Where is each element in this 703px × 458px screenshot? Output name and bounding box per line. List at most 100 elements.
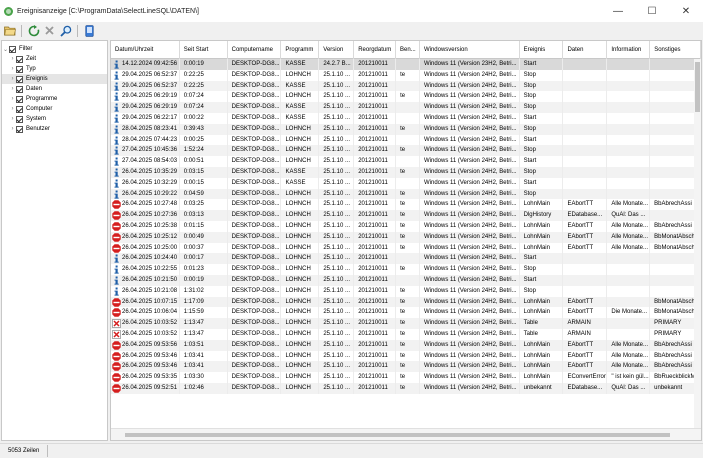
- tree-item-checkbox[interactable]: [16, 105, 23, 113]
- column-header[interactable]: Reorgdatum: [354, 41, 397, 59]
- maximize-button[interactable]: ☐: [635, 0, 669, 22]
- chevron-right-icon[interactable]: ›: [9, 116, 16, 122]
- tree-item-checkbox[interactable]: [16, 55, 23, 63]
- table-cell: 201210011: [354, 231, 397, 243]
- table-row[interactable]: 27.04.2025 08:54:03 0:00:51 DESKTOP-DG8...…: [111, 156, 701, 167]
- chevron-right-icon[interactable]: ›: [9, 86, 16, 92]
- column-header[interactable]: Version: [319, 41, 355, 59]
- tree-item-4[interactable]: › Programme: [2, 94, 107, 104]
- search-button[interactable]: [59, 24, 72, 37]
- table-row[interactable]: 27.04.2025 10:45:36 1:52:24 DESKTOP-DG8...…: [111, 145, 701, 157]
- table-row[interactable]: 29.04.2025 06:29:19 0:07:24 DESKTOP-DG8...…: [111, 102, 701, 113]
- table-cell: EAbortTT: [563, 231, 608, 243]
- table-cell: DESKTOP-DG8...: [228, 242, 282, 254]
- table-row[interactable]: 29.04.2025 06:52:37 0:22:25 DESKTOP-DG8...…: [111, 69, 701, 81]
- tree-item-checkbox[interactable]: [16, 115, 23, 123]
- column-header[interactable]: Computername: [228, 41, 282, 59]
- table-cell: te: [396, 361, 420, 373]
- tree-item-7[interactable]: › Benutzer: [2, 124, 107, 134]
- tree-item-1[interactable]: › Typ: [2, 64, 107, 74]
- refresh-button[interactable]: [27, 24, 40, 37]
- close-button[interactable]: ✕: [669, 0, 703, 22]
- minimize-button[interactable]: —: [601, 0, 635, 22]
- open-folder-button[interactable]: [3, 24, 16, 37]
- table-row[interactable]: 26.04.2025 10:06:04 1:15:59 DESKTOP-DG8...…: [111, 307, 701, 319]
- tree-item-0[interactable]: › Zeit: [2, 54, 107, 64]
- column-header[interactable]: Daten: [563, 41, 608, 59]
- table-cell: Windows 11 (Version 24H2, Betri...: [420, 339, 520, 351]
- tree-root-filter[interactable]: ⌄ Filter: [2, 44, 107, 54]
- table-row[interactable]: 26.04.2025 09:53:46 1:03:41 DESKTOP-DG8...…: [111, 361, 701, 373]
- table-row[interactable]: 26.04.2025 10:03:52 1:13:47 DESKTOP-DG8...…: [111, 328, 701, 340]
- chevron-down-icon[interactable]: ⌄: [2, 46, 9, 53]
- table-cell: 25.1.10 ...: [319, 264, 355, 275]
- column-header[interactable]: Datum/Uhrzeit: [111, 41, 180, 59]
- column-header[interactable]: Ben...: [396, 41, 420, 59]
- column-header[interactable]: Windowsversion: [420, 41, 520, 59]
- table-cell: 26.04.2025 10:27:48: [111, 199, 180, 211]
- table-row[interactable]: 26.04.2025 10:25:00 0:00:37 DESKTOP-DG8...…: [111, 242, 701, 254]
- table-row[interactable]: 26.04.2025 10:21:50 0:00:19 DESKTOP-DG8...…: [111, 274, 701, 286]
- table-row[interactable]: 29.04.2025 06:29:19 0:07:24 DESKTOP-DG8...…: [111, 91, 701, 103]
- tree-item-checkbox[interactable]: [16, 65, 23, 73]
- table-row[interactable]: 26.04.2025 10:27:48 0:03:25 DESKTOP-DG8...…: [111, 199, 701, 211]
- filter-checkbox[interactable]: [9, 45, 16, 53]
- table-cell: 201210011: [354, 199, 397, 211]
- tree-item-2[interactable]: › Ereignis: [2, 74, 107, 84]
- table-row[interactable]: 14.12.2024 09:42:56 0:00:19 DESKTOP-DG8...…: [111, 59, 701, 70]
- chevron-right-icon[interactable]: ›: [9, 76, 16, 82]
- cell-text: 29.04.2025 06:29:19: [122, 93, 178, 100]
- chevron-right-icon[interactable]: ›: [9, 126, 16, 132]
- table-cell: te: [396, 210, 420, 221]
- table-row[interactable]: 28.04.2025 08:23:41 0:39:43 DESKTOP-DG8...…: [111, 123, 701, 135]
- tree-item-checkbox[interactable]: [16, 75, 23, 83]
- column-header[interactable]: Ereignis: [520, 41, 564, 59]
- table-cell: [607, 328, 651, 340]
- chevron-right-icon[interactable]: ›: [9, 106, 16, 112]
- table-cell: 201210011: [354, 210, 397, 221]
- table-cell: 0:00:37: [180, 242, 228, 254]
- table-row[interactable]: 26.04.2025 10:21:08 1:31:02 DESKTOP-DG8...…: [111, 285, 701, 297]
- table-row[interactable]: 26.04.2025 10:27:36 0:03:13 DESKTOP-DG8...…: [111, 210, 701, 221]
- table-row[interactable]: 29.04.2025 06:22:17 0:00:22 DESKTOP-DG8...…: [111, 112, 701, 124]
- table-cell: Windows 11 (Version 24H2, Betri...: [420, 69, 520, 81]
- table-row[interactable]: 26.04.2025 10:03:52 1:13:47 DESKTOP-DG8...…: [111, 318, 701, 329]
- tree-item-5[interactable]: › Computer: [2, 104, 107, 114]
- column-header[interactable]: Sonstiges: [650, 41, 701, 59]
- table-row[interactable]: 26.04.2025 10:25:12 0:00:49 DESKTOP-DG8...…: [111, 231, 701, 243]
- table-row[interactable]: 26.04.2025 10:07:15 1:17:09 DESKTOP-DG8...…: [111, 296, 701, 308]
- tree-item-6[interactable]: › System: [2, 114, 107, 124]
- table-row[interactable]: 29.04.2025 06:52:37 0:22:25 DESKTOP-DG8...…: [111, 80, 701, 92]
- table-cell: Windows 11 (Version 24H2, Betri...: [420, 372, 520, 383]
- column-header[interactable]: Seit Start: [180, 41, 228, 59]
- horizontal-scrollbar[interactable]: [111, 428, 701, 440]
- tree-item-checkbox[interactable]: [16, 125, 23, 133]
- chevron-right-icon[interactable]: ›: [9, 56, 16, 62]
- table-cell: LOHNCH: [281, 199, 320, 211]
- table-row[interactable]: 26.04.2025 09:52:51 1:02:46 DESKTOP-DG8...…: [111, 382, 701, 394]
- table-row[interactable]: 26.04.2025 09:53:46 1:03:41 DESKTOP-DG8...…: [111, 350, 701, 362]
- table-row[interactable]: 26.04.2025 10:32:29 0:00:15 DESKTOP-DG8...…: [111, 177, 701, 189]
- table-row[interactable]: 26.04.2025 10:22:55 0:01:23 DESKTOP-DG8...…: [111, 264, 701, 275]
- column-header[interactable]: Programm: [281, 41, 320, 59]
- table-row[interactable]: 26.04.2025 09:53:35 1:03:30 DESKTOP-DG8...…: [111, 372, 701, 383]
- table-cell: 26.04.2025 10:25:00: [111, 242, 180, 254]
- table-row[interactable]: 28.04.2025 07:44:23 0:00:25 DESKTOP-DG8...…: [111, 134, 701, 146]
- table-row[interactable]: 26.04.2025 10:29:22 0:04:59 DESKTOP-DG8...…: [111, 188, 701, 200]
- table-row[interactable]: 26.04.2025 10:25:38 0:01:15 DESKTOP-DG8...…: [111, 220, 701, 232]
- delete-button[interactable]: [43, 24, 56, 37]
- vertical-scroll-thumb[interactable]: [695, 62, 700, 112]
- column-header[interactable]: Information: [607, 41, 651, 59]
- tree-item-checkbox[interactable]: [16, 85, 23, 93]
- table-cell: 0:03:25: [180, 199, 228, 211]
- table-row[interactable]: 26.04.2025 10:35:29 0:03:15 DESKTOP-DG8...…: [111, 166, 701, 178]
- vertical-scrollbar[interactable]: [694, 59, 701, 430]
- device-button[interactable]: [83, 24, 96, 37]
- table-row[interactable]: 26.04.2025 09:53:56 1:03:51 DESKTOP-DG8...…: [111, 339, 701, 351]
- table-row[interactable]: 26.04.2025 10:24:40 0:00:17 DESKTOP-DG8...…: [111, 253, 701, 265]
- tree-item-checkbox[interactable]: [16, 95, 23, 103]
- chevron-right-icon[interactable]: ›: [9, 66, 16, 72]
- horizontal-scroll-thumb[interactable]: [125, 433, 670, 437]
- tree-item-3[interactable]: › Daten: [2, 84, 107, 94]
- chevron-right-icon[interactable]: ›: [9, 96, 16, 102]
